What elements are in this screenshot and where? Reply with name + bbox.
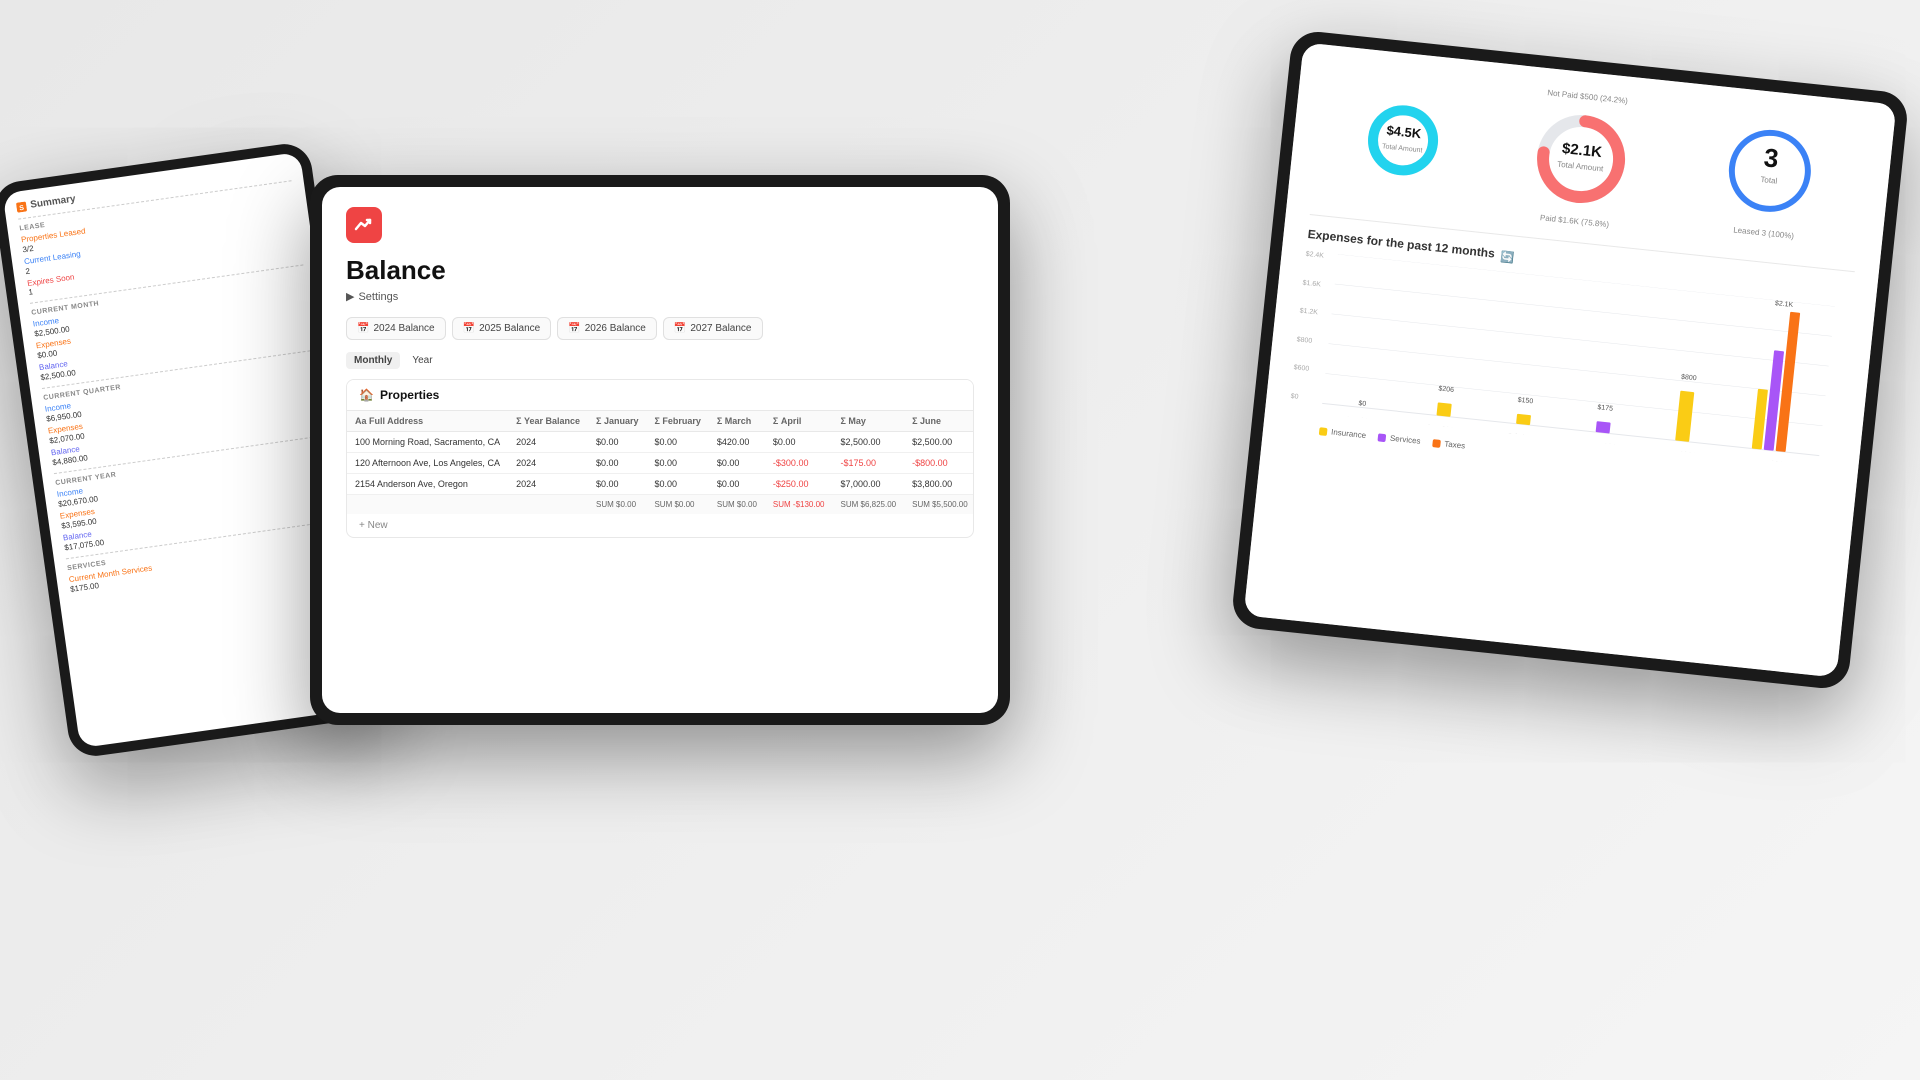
balance-title: Balance bbox=[346, 255, 974, 286]
svg-text:Jun 2024: Jun 2024 bbox=[1666, 450, 1695, 460]
addr-2: 120 Afternoon Ave, Los Angeles, CA bbox=[347, 453, 508, 474]
addr-3: 2154 Anderson Ave, Oregon bbox=[347, 474, 508, 495]
taxes-label: Taxes bbox=[1444, 439, 1466, 450]
svg-text:Total Amount: Total Amount bbox=[1381, 143, 1422, 154]
col-jan[interactable]: Σ January bbox=[588, 411, 646, 432]
calendar-icon-4: 📅 bbox=[674, 323, 686, 334]
legend-insurance: Insurance bbox=[1319, 426, 1367, 440]
donuts-row: $4.5K Total Amount Not Paid $500 (24.2%)… bbox=[1312, 65, 1871, 256]
donut-total-count-blue: 3 Total Leased 3 (100%) bbox=[1713, 115, 1825, 242]
year-tabs: 📅 2024 Balance 📅 2025 Balance 📅 2026 Bal… bbox=[346, 317, 974, 340]
sum-row: SUM $0.00 SUM $0.00 SUM $0.00 SUM -$130.… bbox=[347, 495, 974, 515]
col-apr[interactable]: Σ April bbox=[765, 411, 833, 432]
year-1: 2024 bbox=[508, 432, 588, 453]
table-row: 100 Morning Road, Sacramento, CA 2024 $0… bbox=[347, 432, 974, 453]
leased-label: Leased 3 (100%) bbox=[1733, 225, 1795, 240]
legend-services: Services bbox=[1378, 432, 1421, 445]
svg-text:Aug 2024: Aug 2024 bbox=[1345, 416, 1376, 426]
house-icon: 🏠 bbox=[359, 388, 374, 402]
properties-header: 🏠 Properties bbox=[347, 380, 973, 411]
not-paid-label: Not Paid $500 (24.2%) bbox=[1547, 88, 1628, 105]
calendar-icon: 📅 bbox=[357, 323, 369, 334]
y-axis: $2.4K $1.6K $1.2K $800 $600 $0 bbox=[1290, 251, 1324, 402]
svg-text:Apr 2024: Apr 2024 bbox=[1587, 441, 1616, 451]
table-row: 120 Afternoon Ave, Los Angeles, CA 2024 … bbox=[347, 453, 974, 474]
properties-table: Aa Full Address Σ Year Balance Σ January… bbox=[347, 411, 974, 514]
calendar-icon-3: 📅 bbox=[568, 323, 580, 334]
svg-text:$175: $175 bbox=[1597, 404, 1613, 413]
svg-text:Feb 2024: Feb 2024 bbox=[1507, 433, 1537, 443]
insurance-label: Insurance bbox=[1331, 427, 1367, 440]
legend-taxes: Taxes bbox=[1432, 438, 1466, 450]
add-row-button[interactable]: + New bbox=[347, 514, 973, 537]
paid-label: Paid $1.6K (75.8%) bbox=[1540, 213, 1610, 229]
tablet-right: $4.5K Total Amount Not Paid $500 (24.2%)… bbox=[1230, 29, 1909, 691]
col-jun[interactable]: Σ June bbox=[904, 411, 974, 432]
scene: S Summary LEASE Properties Leased 3/2 Cu… bbox=[0, 0, 1920, 1080]
col-may[interactable]: Σ May bbox=[833, 411, 905, 432]
svg-text:$800: $800 bbox=[1681, 374, 1697, 383]
svg-text:Dec 2024: Dec 2024 bbox=[1427, 424, 1458, 434]
properties-title: Properties bbox=[380, 388, 439, 402]
tab-2027[interactable]: 📅 2027 Balance bbox=[663, 317, 763, 340]
services-color bbox=[1378, 433, 1387, 442]
settings-row[interactable]: ▶ Settings bbox=[346, 290, 974, 303]
donut-total-amount-pink: Not Paid $500 (24.2%) $2.1K Total Amount… bbox=[1524, 87, 1637, 231]
col-year-balance[interactable]: Σ Year Balance bbox=[508, 411, 588, 432]
col-mar[interactable]: Σ March bbox=[709, 411, 765, 432]
svg-text:3: 3 bbox=[1763, 142, 1781, 173]
services-label: Services bbox=[1390, 434, 1421, 446]
balance-panel: Balance ▶ Settings 📅 2024 Balance 📅 2025… bbox=[322, 187, 998, 713]
col-address[interactable]: Aa Full Address bbox=[347, 411, 508, 432]
app-logo bbox=[346, 207, 382, 243]
table-row: 2154 Anderson Ave, Oregon 2024 $0.00 $0.… bbox=[347, 474, 974, 495]
insurance-color bbox=[1319, 427, 1328, 436]
tab-2024[interactable]: 📅 2024 Balance bbox=[346, 317, 446, 340]
donut-total-amount-cyan: $4.5K Total Amount bbox=[1359, 96, 1447, 184]
svg-text:Aug 2024: Aug 2024 bbox=[1752, 459, 1783, 466]
svg-text:Total: Total bbox=[1760, 174, 1778, 185]
svg-text:$2.1K: $2.1K bbox=[1775, 300, 1794, 309]
monthly-view-button[interactable]: Monthly bbox=[346, 352, 400, 369]
svg-text:$150: $150 bbox=[1517, 397, 1533, 406]
properties-section: 🏠 Properties Aa Full Address Σ Year Bala… bbox=[346, 379, 974, 538]
tab-2026[interactable]: 📅 2026 Balance bbox=[557, 317, 657, 340]
addr-1: 100 Morning Road, Sacramento, CA bbox=[347, 432, 508, 453]
refresh-icon[interactable]: 🔄 bbox=[1500, 250, 1515, 264]
tablet-center: Balance ▶ Settings 📅 2024 Balance 📅 2025… bbox=[310, 175, 1010, 725]
svg-text:Total Amount: Total Amount bbox=[1557, 160, 1605, 174]
tab-2025[interactable]: 📅 2025 Balance bbox=[452, 317, 552, 340]
settings-label: Settings bbox=[358, 291, 398, 303]
triangle-icon: ▶ bbox=[346, 290, 354, 303]
charts-panel: $4.5K Total Amount Not Paid $500 (24.2%)… bbox=[1244, 42, 1897, 677]
svg-text:$0: $0 bbox=[1358, 400, 1367, 408]
col-feb[interactable]: Σ February bbox=[646, 411, 708, 432]
taxes-color bbox=[1432, 439, 1441, 448]
svg-text:$2.1K: $2.1K bbox=[1561, 140, 1603, 161]
view-toggle: Monthly Year bbox=[346, 352, 974, 369]
svg-text:$206: $206 bbox=[1438, 385, 1454, 394]
svg-text:$4.5K: $4.5K bbox=[1386, 123, 1423, 142]
year-view-button[interactable]: Year bbox=[404, 352, 440, 369]
calendar-icon-2: 📅 bbox=[463, 323, 475, 334]
